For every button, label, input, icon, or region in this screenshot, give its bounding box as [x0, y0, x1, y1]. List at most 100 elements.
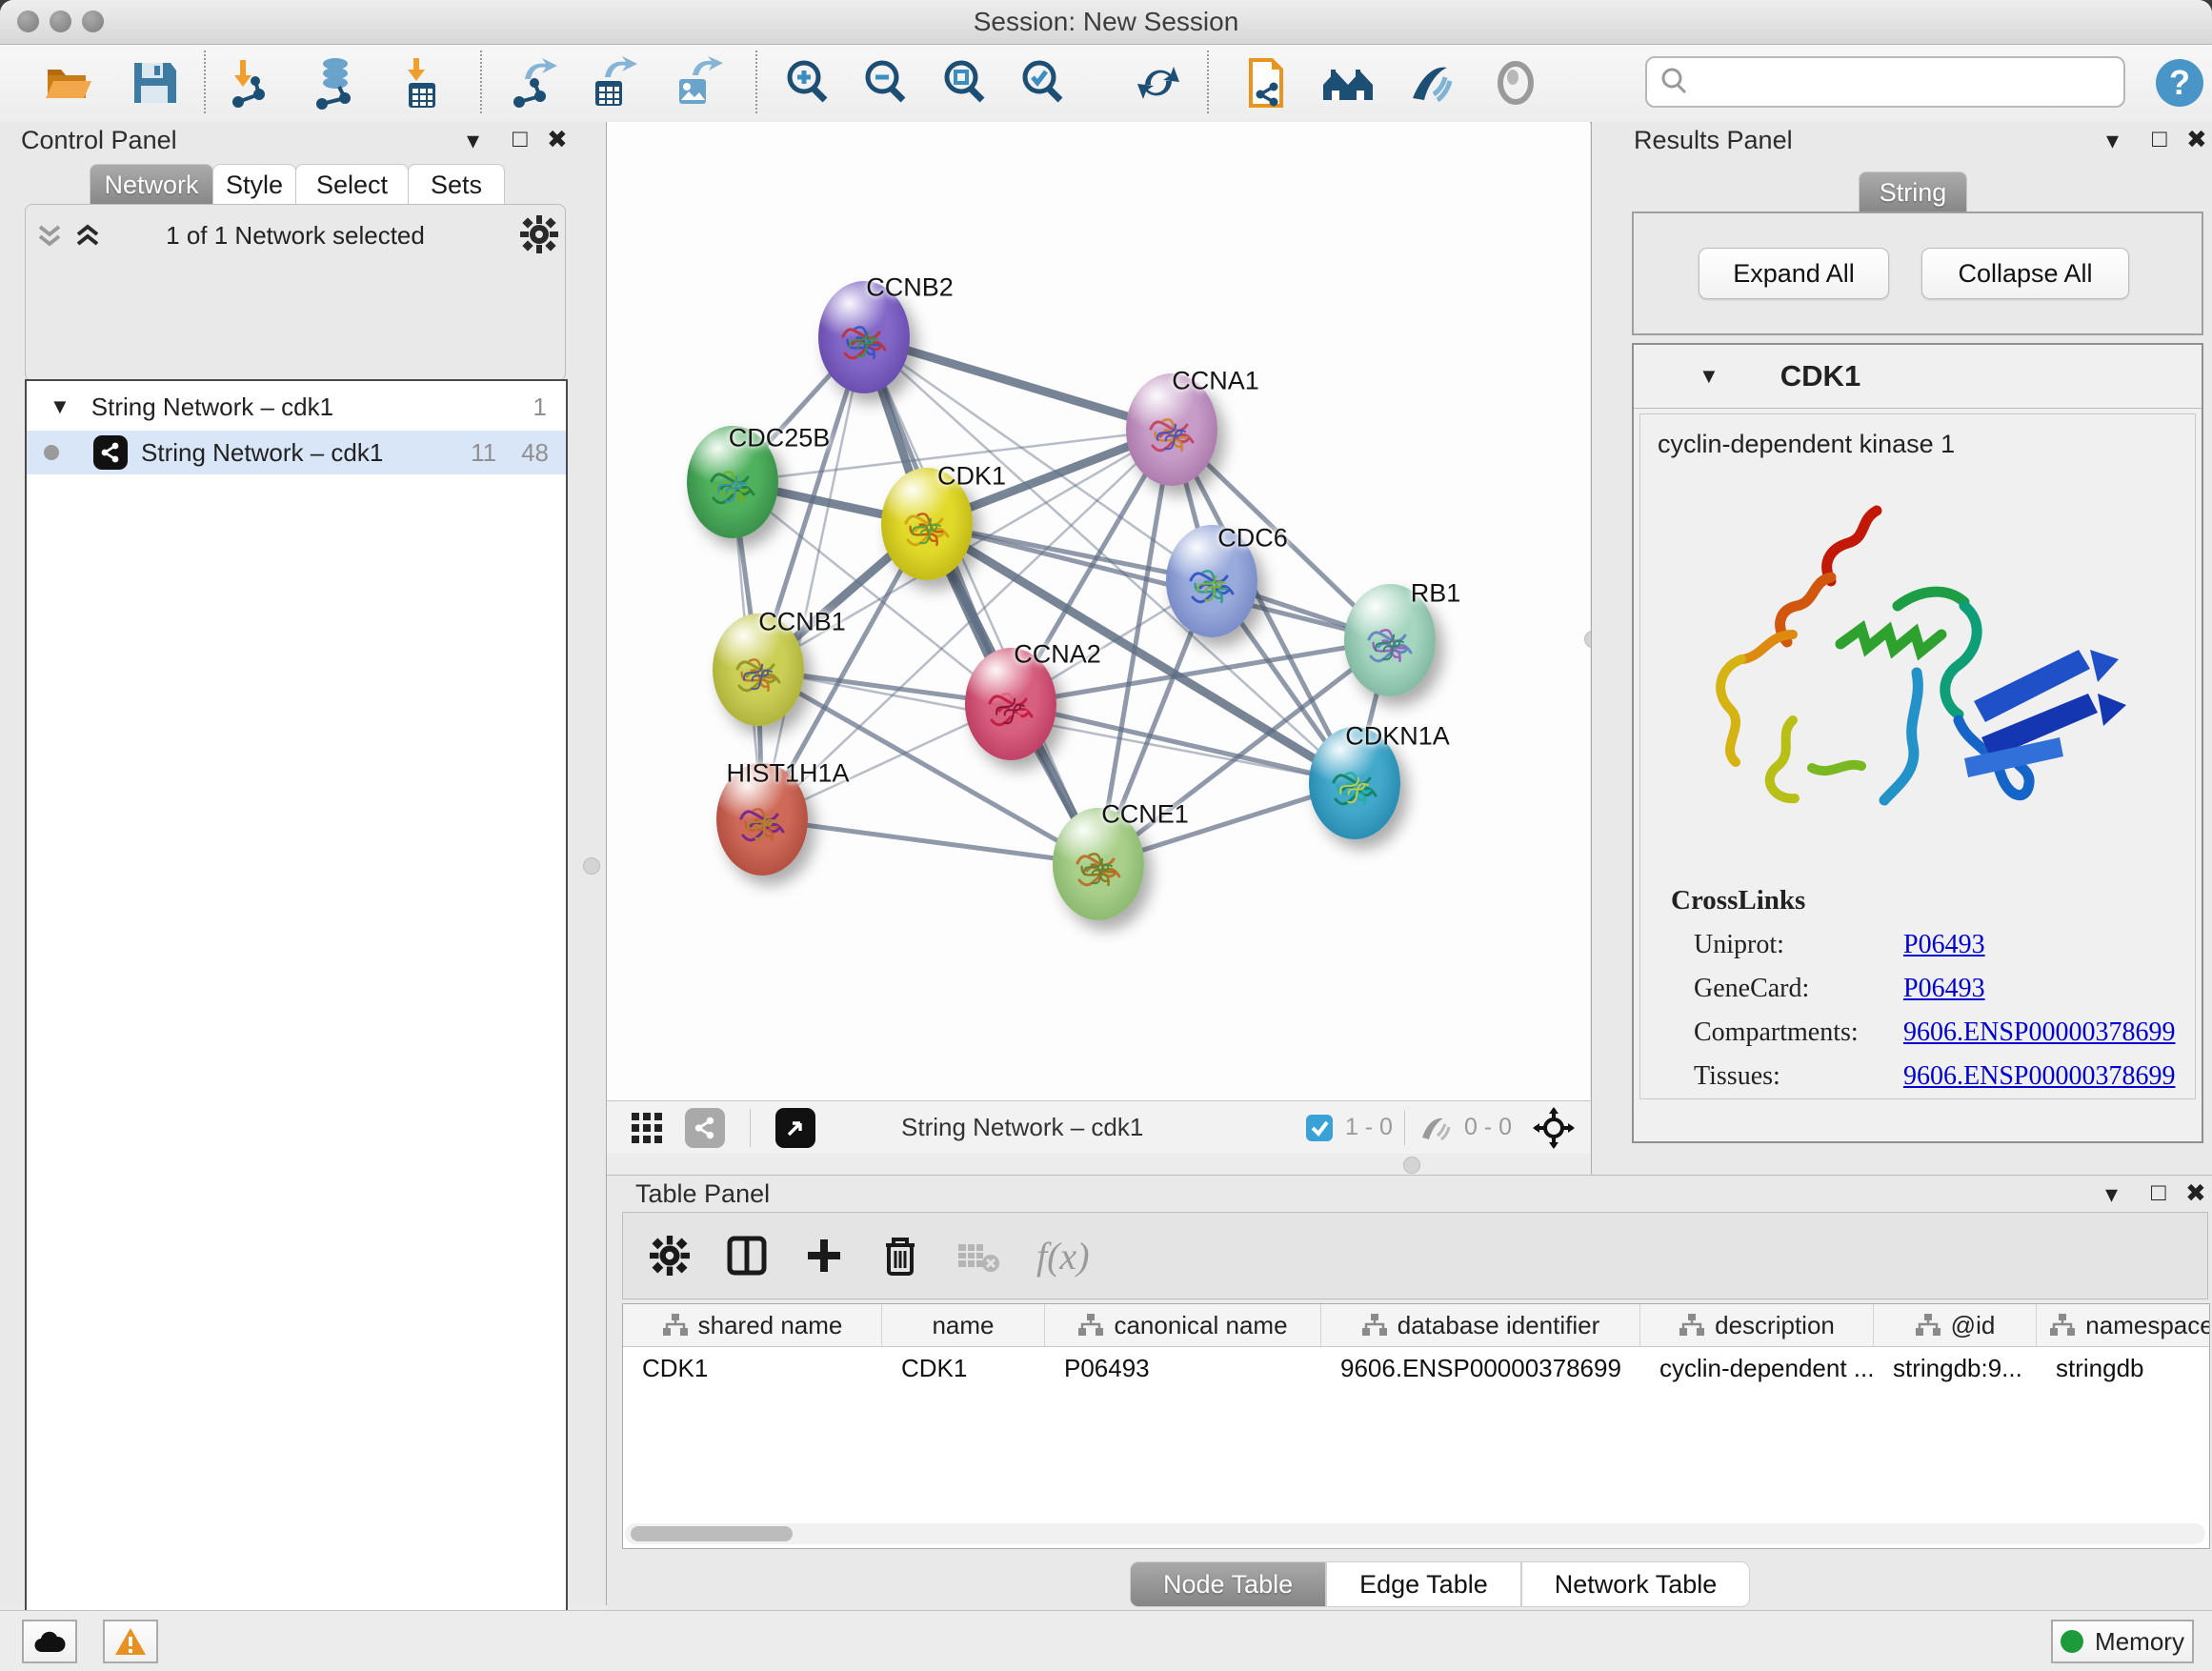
scrollbar-thumb[interactable] [631, 1526, 793, 1541]
tab-network-table[interactable]: Network Table [1521, 1561, 1751, 1607]
table-cell[interactable]: cyclin-dependent ... [1640, 1347, 1874, 1389]
expand-all-icon[interactable] [72, 221, 105, 250]
tab-style[interactable]: Style [212, 164, 296, 205]
results-panel-float-icon[interactable]: □ [2152, 124, 2167, 153]
zoom-fit-button[interactable] [936, 54, 994, 111]
entry-header[interactable]: ▼ CDK1 [1634, 345, 2202, 409]
export-table-button[interactable] [582, 54, 639, 111]
tab-string[interactable]: String [1859, 171, 1967, 212]
main-toolbar: ? [0, 45, 2212, 123]
table-panel-close-icon[interactable]: ✖ [2185, 1178, 2206, 1208]
table-cell[interactable]: stringdb [2037, 1347, 2210, 1389]
function-builder-icon: f(x) [1036, 1234, 1090, 1278]
network-view[interactable]: CCNB2 CCNA1 CDC25B CDK1 CDC6 RB1 [607, 122, 1590, 1100]
table-cell[interactable]: 9606.ENSP00000378699 [1321, 1347, 1640, 1389]
zoom-window-button[interactable] [82, 10, 104, 32]
warnings-button[interactable] [103, 1620, 158, 1663]
hide-glass-button[interactable] [1401, 54, 1458, 111]
column-header[interactable]: database identifier [1321, 1304, 1640, 1346]
crosslink-value-link[interactable]: 9606.ENSP00000378699 [1903, 1017, 2175, 1048]
entry-body: cyclin-dependent kinase 1 [1639, 413, 2196, 1099]
control-panel-float-icon[interactable]: □ [513, 124, 528, 153]
export-network-button[interactable] [504, 54, 561, 111]
table-panel-float-icon[interactable]: □ [2151, 1178, 2166, 1207]
import-table-button[interactable] [393, 54, 451, 111]
crosslink-value-link[interactable]: P06493 [1903, 974, 1985, 1004]
table-panel-menu-icon[interactable]: ▾ [2105, 1179, 2118, 1209]
collapse-all-icon[interactable] [34, 221, 67, 250]
column-header[interactable]: @id [1874, 1304, 2037, 1346]
column-header[interactable]: shared name [623, 1304, 882, 1346]
import-network-database-button[interactable] [307, 54, 364, 111]
string-import-button[interactable] [1237, 54, 1295, 111]
delete-column-icon[interactable] [880, 1234, 920, 1278]
table-options-gear-icon[interactable] [650, 1236, 690, 1276]
close-window-button[interactable] [17, 10, 39, 32]
import-network-file-button[interactable] [221, 54, 278, 111]
bottom-splitter-grip[interactable] [1403, 1157, 1420, 1174]
tab-sets[interactable]: Sets [408, 164, 505, 205]
entry-expander-icon[interactable]: ▼ [1699, 364, 1719, 389]
tab-node-table[interactable]: Node Table [1130, 1561, 1326, 1607]
cloud-status-button[interactable] [22, 1620, 77, 1663]
open-session-button[interactable] [40, 54, 97, 111]
left-splitter-grip[interactable] [583, 857, 600, 875]
column-header[interactable]: name [882, 1304, 1045, 1346]
hidden-counts: 0 - 0 [1464, 1114, 1512, 1141]
fit-content-icon[interactable] [1533, 1107, 1575, 1149]
apply-style-button[interactable] [1130, 54, 1187, 111]
help-button[interactable]: ? [2151, 54, 2208, 111]
column-header-label: @id [1951, 1311, 1996, 1340]
collection-expander-icon[interactable]: ▼ [50, 394, 70, 419]
grid-view-icon[interactable] [630, 1111, 664, 1145]
results-panel-close-icon[interactable]: ✖ [2186, 125, 2207, 154]
column-namespace-icon [1679, 1313, 1705, 1338]
table-row[interactable]: CDK1CDK1P064939606.ENSP00000378699cyclin… [623, 1347, 2209, 1389]
crosslink-value-link[interactable]: 9606.ENSP00000378699 [1903, 1061, 2175, 1092]
network-row-selected[interactable]: String Network – cdk1 11 48 [27, 431, 566, 474]
app-status-bar: Memory [0, 1610, 2212, 1671]
table-cell[interactable]: stringdb:9... [1874, 1347, 2037, 1389]
crosslink-value-link[interactable]: P06493 [1903, 930, 1985, 960]
network-chip-icon[interactable] [685, 1108, 725, 1148]
tab-network[interactable]: Network [90, 164, 213, 205]
save-session-button[interactable] [126, 54, 183, 111]
app-window: Session: New Session [0, 0, 2212, 1671]
search-input[interactable] [1699, 60, 2123, 104]
column-header[interactable]: canonical name [1045, 1304, 1321, 1346]
table-cell[interactable]: CDK1 [623, 1347, 882, 1389]
birdseye-toggle-icon[interactable] [775, 1108, 815, 1148]
table-cell[interactable]: P06493 [1045, 1347, 1321, 1389]
column-header-label: namespace [2085, 1311, 2210, 1340]
tab-select[interactable]: Select [295, 164, 409, 205]
zoom-in-button[interactable] [779, 54, 836, 111]
show-columns-icon[interactable] [726, 1235, 768, 1277]
toolbar-separator [755, 50, 757, 113]
table-cell[interactable]: CDK1 [882, 1347, 1045, 1389]
horizontal-scrollbar[interactable] [625, 1523, 2205, 1544]
selected-checkbox-icon[interactable] [1305, 1114, 1334, 1142]
control-panel-close-icon[interactable]: ✖ [547, 125, 568, 154]
table-import-icon [395, 56, 449, 110]
hidden-eye-icon[interactable] [1417, 1113, 1453, 1143]
home-organisms-button[interactable] [1319, 54, 1377, 111]
export-image-button[interactable] [668, 54, 725, 111]
tab-edge-table[interactable]: Edge Table [1326, 1561, 1521, 1607]
gear-icon[interactable] [520, 215, 558, 253]
network-collection-row[interactable]: ▼ String Network – cdk1 1 [27, 385, 566, 429]
zoom-selected-button[interactable] [1015, 54, 1072, 111]
minimize-window-button[interactable] [50, 10, 71, 32]
column-header[interactable]: description [1640, 1304, 1874, 1346]
houses-icon [1319, 56, 1377, 110]
table-header-row: shared namenamecanonical name database id… [623, 1304, 2209, 1347]
zoom-out-button[interactable] [857, 54, 915, 111]
expand-all-button[interactable]: Expand All [1699, 248, 1889, 299]
column-header-label: database identifier [1398, 1311, 1599, 1340]
column-header[interactable]: namespace [2037, 1304, 2210, 1346]
control-panel-menu-icon[interactable]: ▾ [467, 126, 479, 155]
results-panel-menu-icon[interactable]: ▾ [2106, 126, 2119, 155]
collapse-all-button[interactable]: Collapse All [1921, 248, 2129, 299]
add-column-icon[interactable] [804, 1236, 844, 1276]
show-glass-button[interactable] [1487, 54, 1544, 111]
memory-button[interactable]: Memory [2051, 1620, 2194, 1663]
